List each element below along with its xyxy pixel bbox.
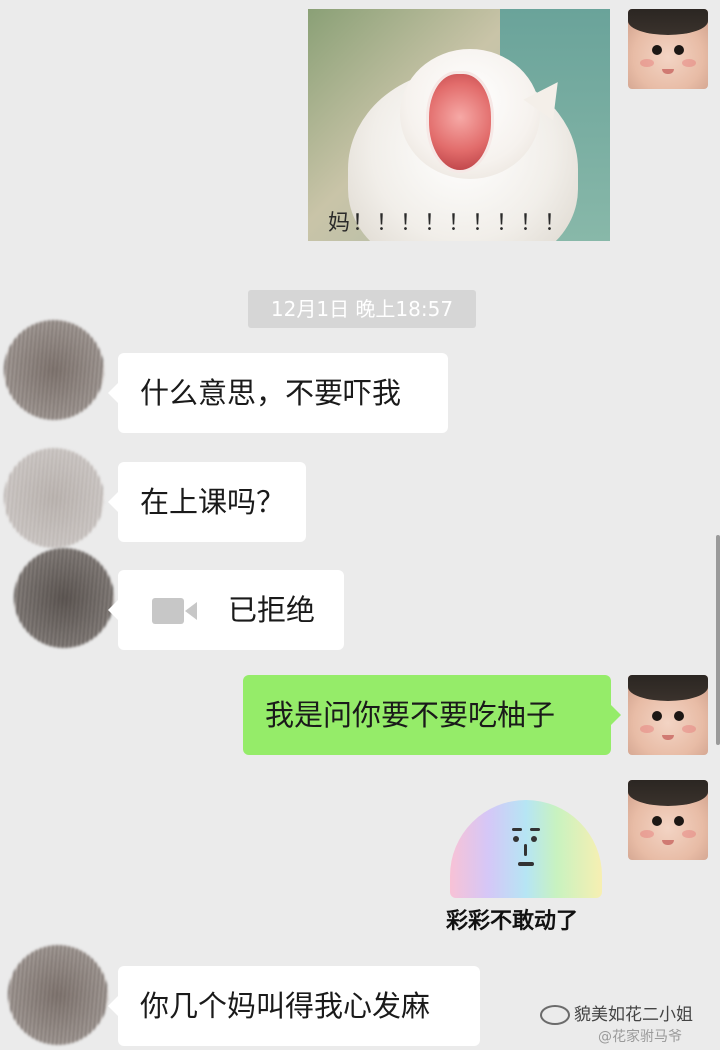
cat-mouth — [426, 71, 494, 173]
sticker-face-icon — [510, 826, 542, 874]
call-status-label: 已拒绝 — [228, 593, 316, 627]
rainbow-face-sticker[interactable] — [450, 800, 602, 898]
watermark: 貌美如花二小姐 — [540, 1000, 693, 1025]
my-avatar[interactable] — [628, 780, 708, 860]
contact-avatar[interactable] — [4, 320, 104, 420]
outgoing-message-bubble[interactable]: 我是问你要不要吃柚子 — [243, 675, 621, 755]
incoming-message-bubble[interactable]: 在上课吗？ — [108, 462, 306, 542]
image-caption: 妈！！！！！！！！！ — [328, 211, 569, 236]
video-call-icon — [152, 598, 198, 624]
my-avatar[interactable] — [628, 9, 708, 89]
contact-avatar[interactable] — [8, 945, 108, 1045]
my-avatar[interactable] — [628, 675, 708, 755]
watermark-secondary: @花家驸马爷 — [598, 1029, 682, 1045]
incoming-message-bubble[interactable]: 你几个妈叫得我心发麻 — [108, 966, 480, 1046]
weibo-logo-icon — [540, 1005, 570, 1025]
watermark-primary: 貌美如花二小姐 — [574, 1005, 693, 1025]
cat-image-message[interactable]: 妈！！！！！！！！！ — [308, 9, 610, 241]
contact-avatar[interactable] — [14, 548, 114, 648]
video-call-bubble[interactable]: 已拒绝 — [108, 570, 344, 650]
incoming-message-bubble[interactable]: 什么意思，不要吓我 — [108, 353, 448, 433]
sticker-caption: 彩彩不敢动了 — [446, 909, 579, 934]
scrollbar[interactable] — [716, 535, 720, 745]
message-timestamp: 12月1日 晚上18:57 — [248, 290, 476, 328]
contact-avatar[interactable] — [4, 448, 104, 548]
